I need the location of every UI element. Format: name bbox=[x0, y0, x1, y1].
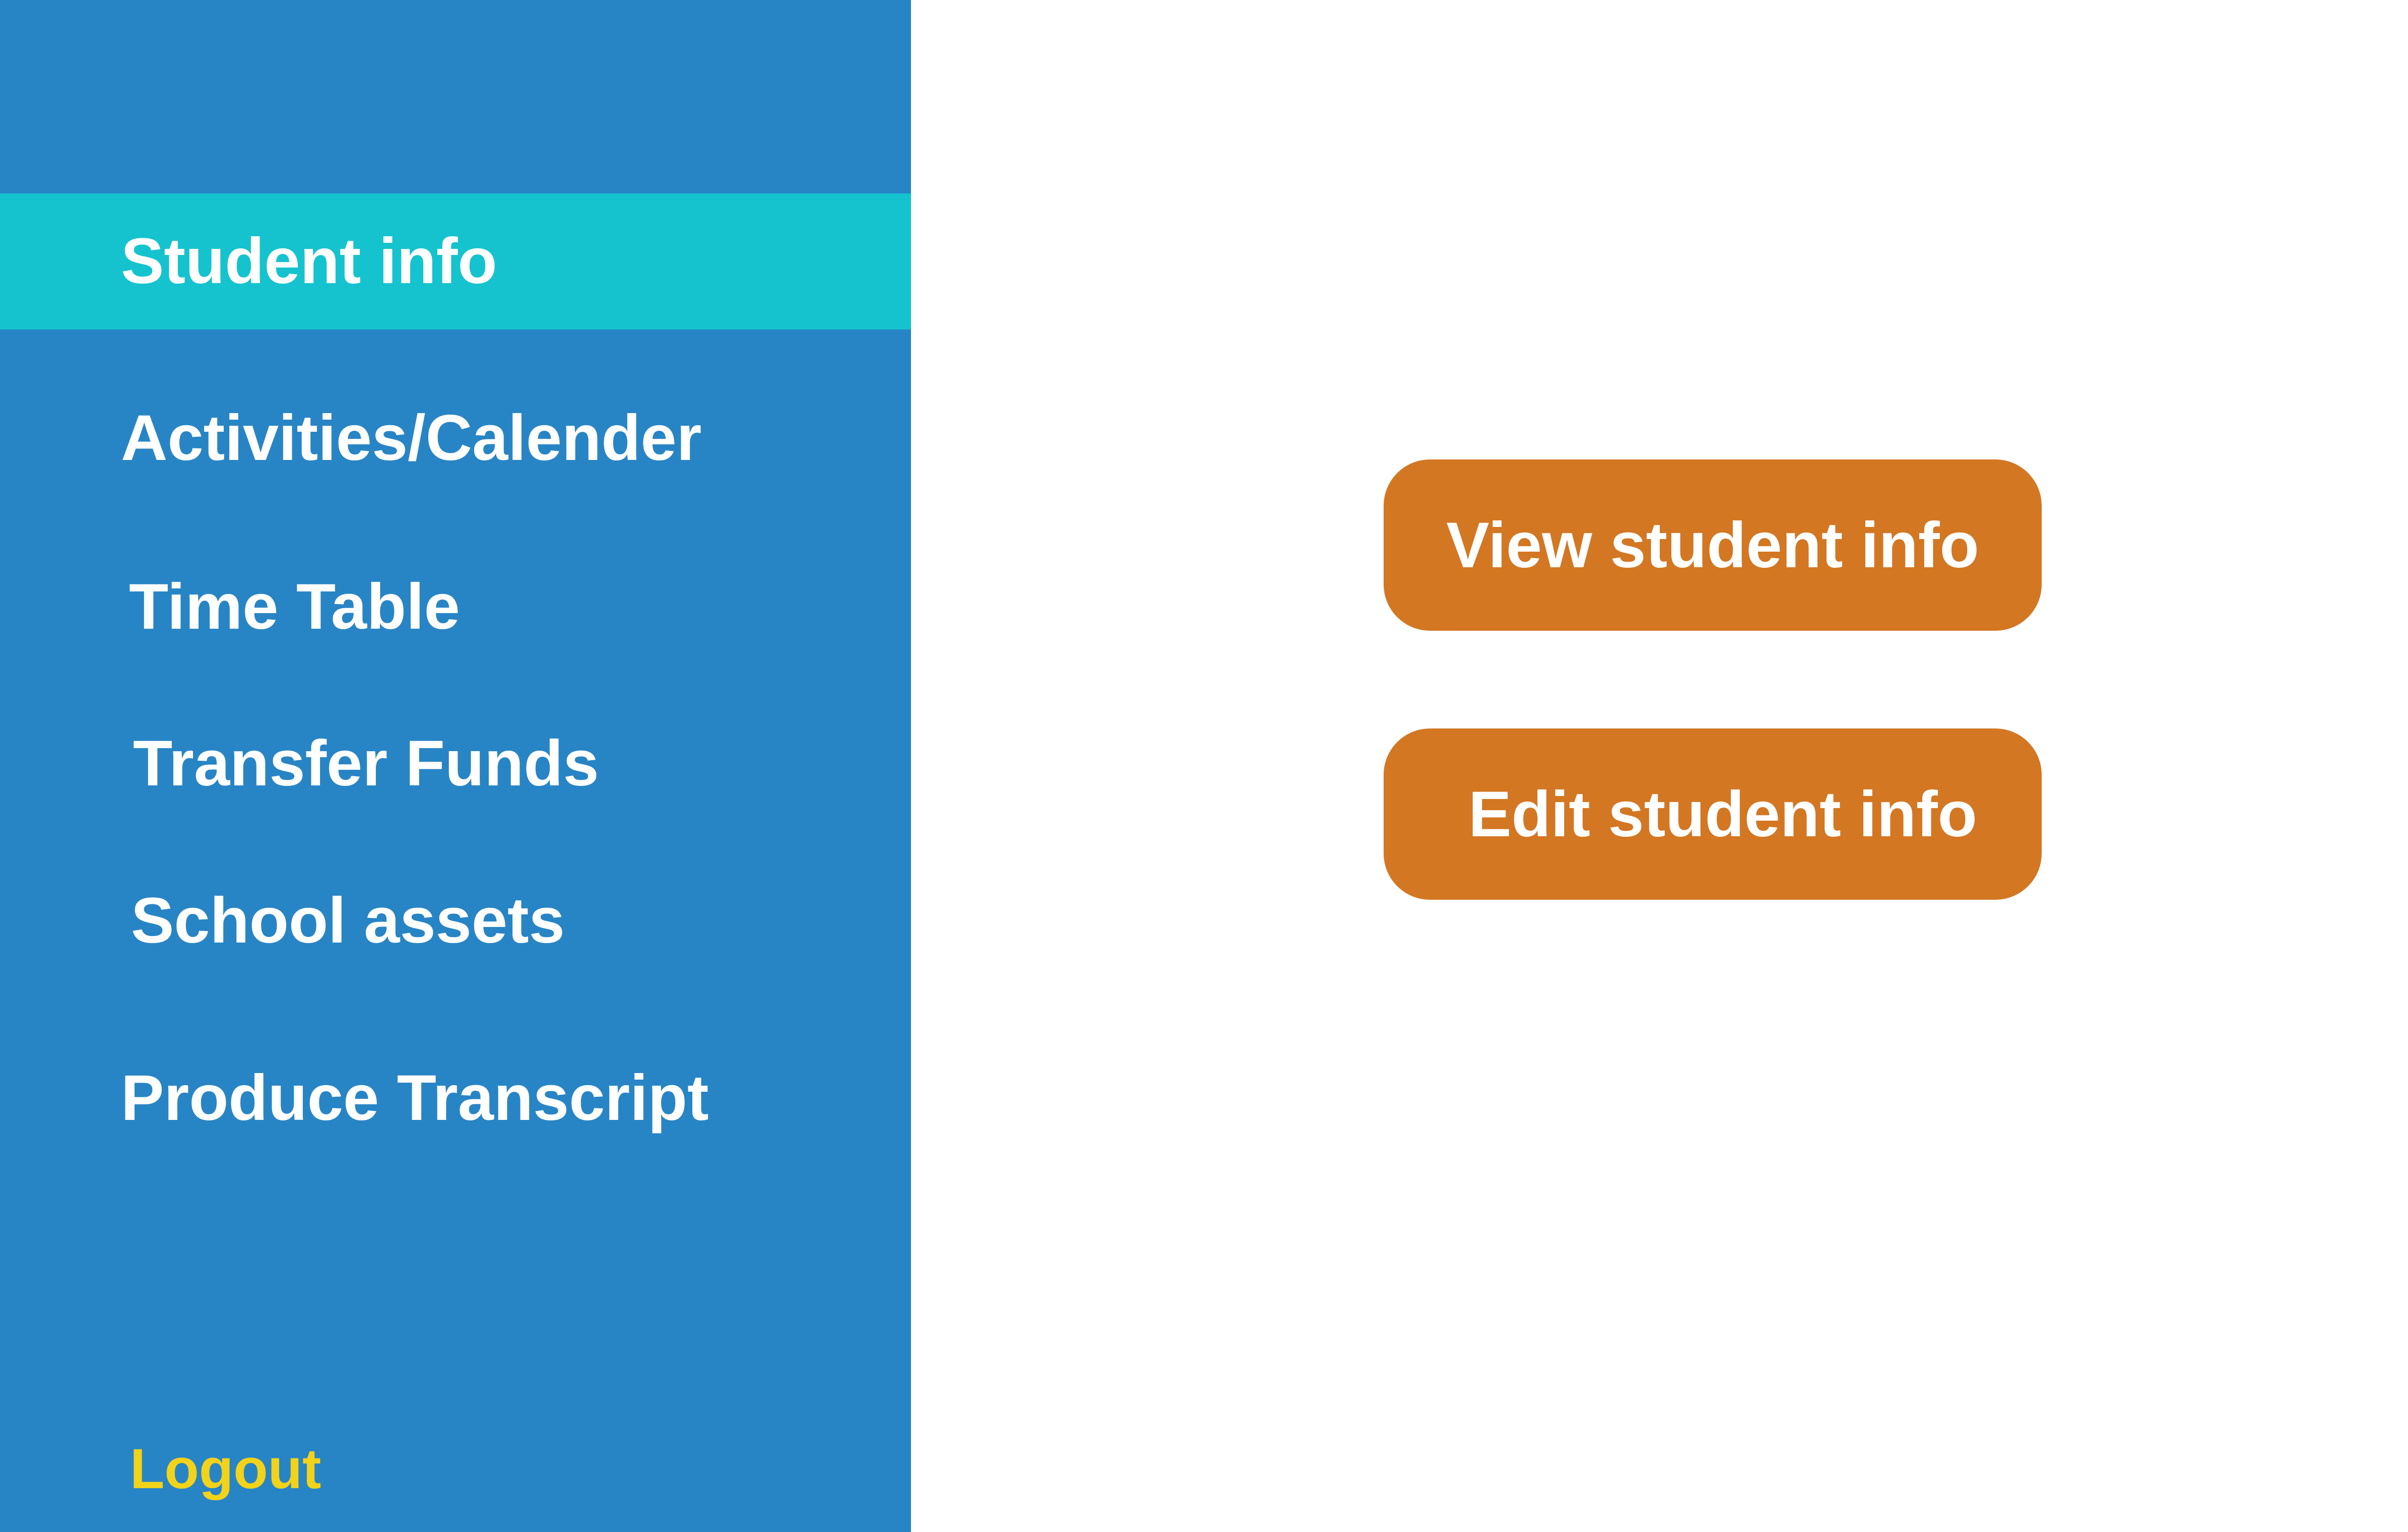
sidebar-item-label: Student info bbox=[121, 225, 497, 297]
sidebar-item-label: Activities/Calender bbox=[121, 402, 702, 474]
sidebar-item-label: Produce Transcript bbox=[121, 1062, 709, 1134]
sidebar-item-transfer-funds[interactable]: Transfer Funds bbox=[0, 723, 911, 804]
sidebar-item-label: Time Table bbox=[129, 571, 460, 643]
edit-student-info-button[interactable]: Edit student info bbox=[1384, 728, 2042, 900]
sidebar-item-time-table[interactable]: Time Table bbox=[0, 567, 911, 647]
logout-link[interactable]: Logout bbox=[130, 1441, 321, 1497]
sidebar-item-activities-calender[interactable]: Activities/Calender bbox=[0, 398, 911, 479]
sidebar-item-student-info[interactable]: Student info bbox=[0, 193, 911, 329]
sidebar-item-label: Transfer Funds bbox=[133, 727, 599, 800]
view-student-info-button[interactable]: View student info bbox=[1384, 459, 2042, 631]
sidebar-item-school-assets[interactable]: School assets bbox=[0, 881, 911, 961]
app-window: Student info Activities/Calender Time Ta… bbox=[0, 0, 2408, 1532]
sidebar-item-produce-transcript[interactable]: Produce Transcript bbox=[0, 1058, 911, 1139]
sidebar: Student info Activities/Calender Time Ta… bbox=[0, 0, 911, 1532]
sidebar-item-label: School assets bbox=[131, 885, 565, 957]
